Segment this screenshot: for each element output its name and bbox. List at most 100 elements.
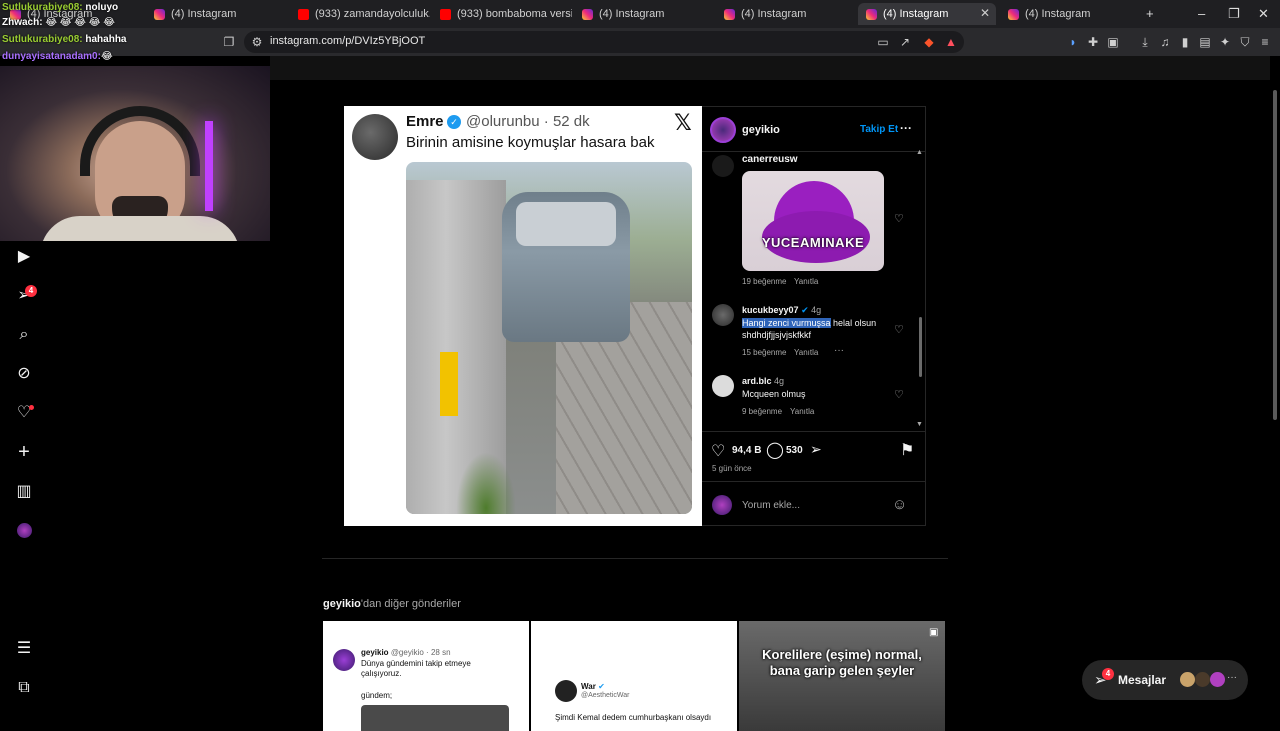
- sidebar-icon[interactable]: ▮: [1178, 35, 1192, 49]
- comment-avatar[interactable]: [712, 375, 734, 397]
- audio-icon[interactable]: ◗: [1066, 35, 1080, 49]
- instagram-icon: [866, 8, 877, 20]
- more-menu-icon[interactable]: ☰: [14, 639, 34, 659]
- reel-icon: ▣: [929, 627, 939, 638]
- browser-tab[interactable]: (933) bombaboma versiyon 2.n: [432, 3, 572, 25]
- comment-likes[interactable]: 19 beğenme: [742, 277, 786, 286]
- close-window-icon[interactable]: ✕: [1258, 6, 1269, 22]
- leo-ai-icon[interactable]: ✦: [1218, 35, 1232, 49]
- comment-username[interactable]: ard.blc: [742, 376, 772, 386]
- reply-button[interactable]: Yanıtla: [790, 407, 814, 416]
- tweet-photo: [406, 162, 692, 514]
- browser-toolbar: ❐ ⚙ instagram.com/p/DVIz5YBjOOT ▭ ↗ ◆ ▲ …: [0, 28, 1280, 56]
- comment-options-icon[interactable]: ···: [834, 345, 844, 356]
- save-bookmark-icon[interactable]: ⚑: [900, 440, 914, 460]
- comments-scrollbar[interactable]: [919, 317, 922, 377]
- dashboard-icon[interactable]: ▥: [14, 482, 34, 502]
- page-scrollbar[interactable]: [1270, 80, 1280, 720]
- reels-icon[interactable]: ▶: [14, 247, 34, 267]
- comment-avatar[interactable]: [712, 155, 734, 177]
- instagram-icon: [724, 8, 735, 20]
- post-image[interactable]: Emre ✓ @olurunbu · 52 dk 𝕏 Birinin amisi…: [344, 106, 702, 526]
- follow-button[interactable]: Takip Et: [860, 124, 898, 135]
- minimize-icon[interactable]: –: [1198, 6, 1205, 21]
- maximize-icon[interactable]: ❐: [1228, 6, 1240, 22]
- thumb-avatar: [555, 680, 577, 702]
- brave-rewards-icon[interactable]: ▲: [944, 35, 958, 49]
- browser-tab-active[interactable]: (4) Instagram ✕: [858, 3, 996, 25]
- share-icon[interactable]: ↗: [898, 35, 912, 49]
- instagram-icon: [582, 8, 593, 20]
- scroll-down-arrow[interactable]: ▼: [916, 421, 923, 428]
- like-heart-icon[interactable]: ♡: [711, 441, 725, 461]
- url-text[interactable]: instagram.com/p/DVIz5YBjOOT: [270, 35, 425, 47]
- comment-likes[interactable]: 9 beğenme: [742, 407, 782, 416]
- author-username[interactable]: geyikio: [742, 124, 780, 136]
- like-count[interactable]: 94,4 B: [732, 445, 761, 456]
- browser-tab[interactable]: (4) Instagram: [574, 3, 714, 25]
- browser-tab[interactable]: (4) Instagram: [716, 3, 856, 25]
- post-date: 5 gün önce: [712, 464, 752, 473]
- scroll-up-arrow[interactable]: ▲: [916, 149, 923, 156]
- bookmark-icon[interactable]: ❐: [222, 35, 236, 49]
- apps-icon[interactable]: ⧉: [14, 678, 34, 698]
- more-post-thumbnail[interactable]: geyikio @geyikio · 28 sn Dünya gündemini…: [323, 621, 529, 731]
- chat-message: dunyayisatanadam0:😂: [2, 51, 113, 62]
- selected-text[interactable]: Hangi zenci vurmuşsa: [742, 318, 831, 328]
- comment-icon[interactable]: ◯: [766, 440, 784, 460]
- tweet-text: Birinin amisine koymuşlar hasara bak: [406, 134, 655, 151]
- verified-icon: ✔: [598, 682, 605, 691]
- like-comment-heart-icon[interactable]: ♡: [894, 323, 904, 336]
- author-avatar[interactable]: [710, 117, 736, 143]
- explore-icon[interactable]: ⊘: [14, 364, 34, 384]
- comment-username[interactable]: kucukbeyy07: [742, 305, 799, 315]
- chat-message: Zhwach: 😂 😂 😂 😂 😂: [2, 17, 115, 28]
- webcam-overlay: [0, 66, 270, 241]
- comment-username[interactable]: canerreusw: [742, 154, 798, 165]
- youtube-icon: [440, 8, 451, 20]
- media-icon[interactable]: ♫: [1158, 35, 1172, 49]
- menu-icon[interactable]: ≡: [1258, 35, 1272, 49]
- address-bar[interactable]: ⚙ instagram.com/p/DVIz5YBjOOT ▭ ↗ ◆ ▲: [244, 31, 964, 53]
- post-side-panel: geyikio Takip Et ··· canerreusw YUCEAMIN…: [702, 106, 926, 526]
- site-settings-icon[interactable]: ⚙: [250, 35, 264, 49]
- browser-tab[interactable]: (933) zamandayolculuk.mp3 - Y: [290, 3, 430, 25]
- reply-button[interactable]: Yanıtla: [794, 277, 818, 286]
- comment-input[interactable]: Yorum ekle...: [742, 500, 800, 511]
- neon-light: [205, 121, 213, 211]
- more-post-thumbnail[interactable]: Korelilere (eşime) normal, bana garip ge…: [739, 621, 945, 731]
- create-icon[interactable]: +: [14, 442, 34, 462]
- more-post-thumbnail[interactable]: War ✔ @AestheticWar Şimdi Kemal dedem cu…: [531, 621, 737, 731]
- browser-tab[interactable]: (4) Instagram: [1000, 3, 1140, 25]
- wallet-icon[interactable]: ▤: [1198, 35, 1212, 49]
- more-contacts-icon: ···: [1227, 672, 1237, 683]
- comment-likes[interactable]: 15 beğenme: [742, 348, 786, 357]
- contact-avatar: [1180, 672, 1195, 687]
- download-icon[interactable]: ⤓: [1138, 35, 1152, 49]
- comment-count: 530: [786, 445, 803, 456]
- extensions-icon[interactable]: ✚: [1086, 35, 1100, 49]
- brave-shield-icon[interactable]: ◆: [922, 35, 936, 49]
- browser-tab[interactable]: (4) Instagram: [146, 3, 286, 25]
- comment-avatar[interactable]: [712, 304, 734, 326]
- like-comment-heart-icon[interactable]: ♡: [894, 388, 904, 401]
- messages-label: Mesajlar: [1118, 673, 1167, 687]
- reply-button[interactable]: Yanıtla: [794, 348, 818, 357]
- share-icon[interactable]: ➢: [810, 441, 822, 458]
- screenshot-icon[interactable]: ▣: [1106, 35, 1120, 49]
- comment-text: Hangi zenci vurmuşsa helal olsun: [742, 318, 877, 328]
- gif-caption: YUCEAMINAKE: [761, 235, 865, 250]
- close-tab-icon[interactable]: ✕: [980, 6, 990, 20]
- vpn-icon[interactable]: ⛉: [1238, 35, 1252, 49]
- search-icon[interactable]: ⌕: [14, 325, 34, 345]
- profile-avatar[interactable]: [17, 523, 32, 538]
- messages-button[interactable]: ➢ 4 Mesajlar ···: [1082, 660, 1248, 700]
- comment-time: 4g: [811, 305, 822, 315]
- comment-gif[interactable]: YUCEAMINAKE: [742, 171, 884, 271]
- new-tab-button[interactable]: +: [1146, 6, 1154, 21]
- warning-sign: [440, 352, 458, 416]
- post-options-icon[interactable]: ···: [900, 121, 912, 135]
- install-icon[interactable]: ▭: [876, 35, 890, 49]
- like-comment-heart-icon[interactable]: ♡: [894, 212, 904, 225]
- emoji-icon[interactable]: ☺: [892, 496, 907, 513]
